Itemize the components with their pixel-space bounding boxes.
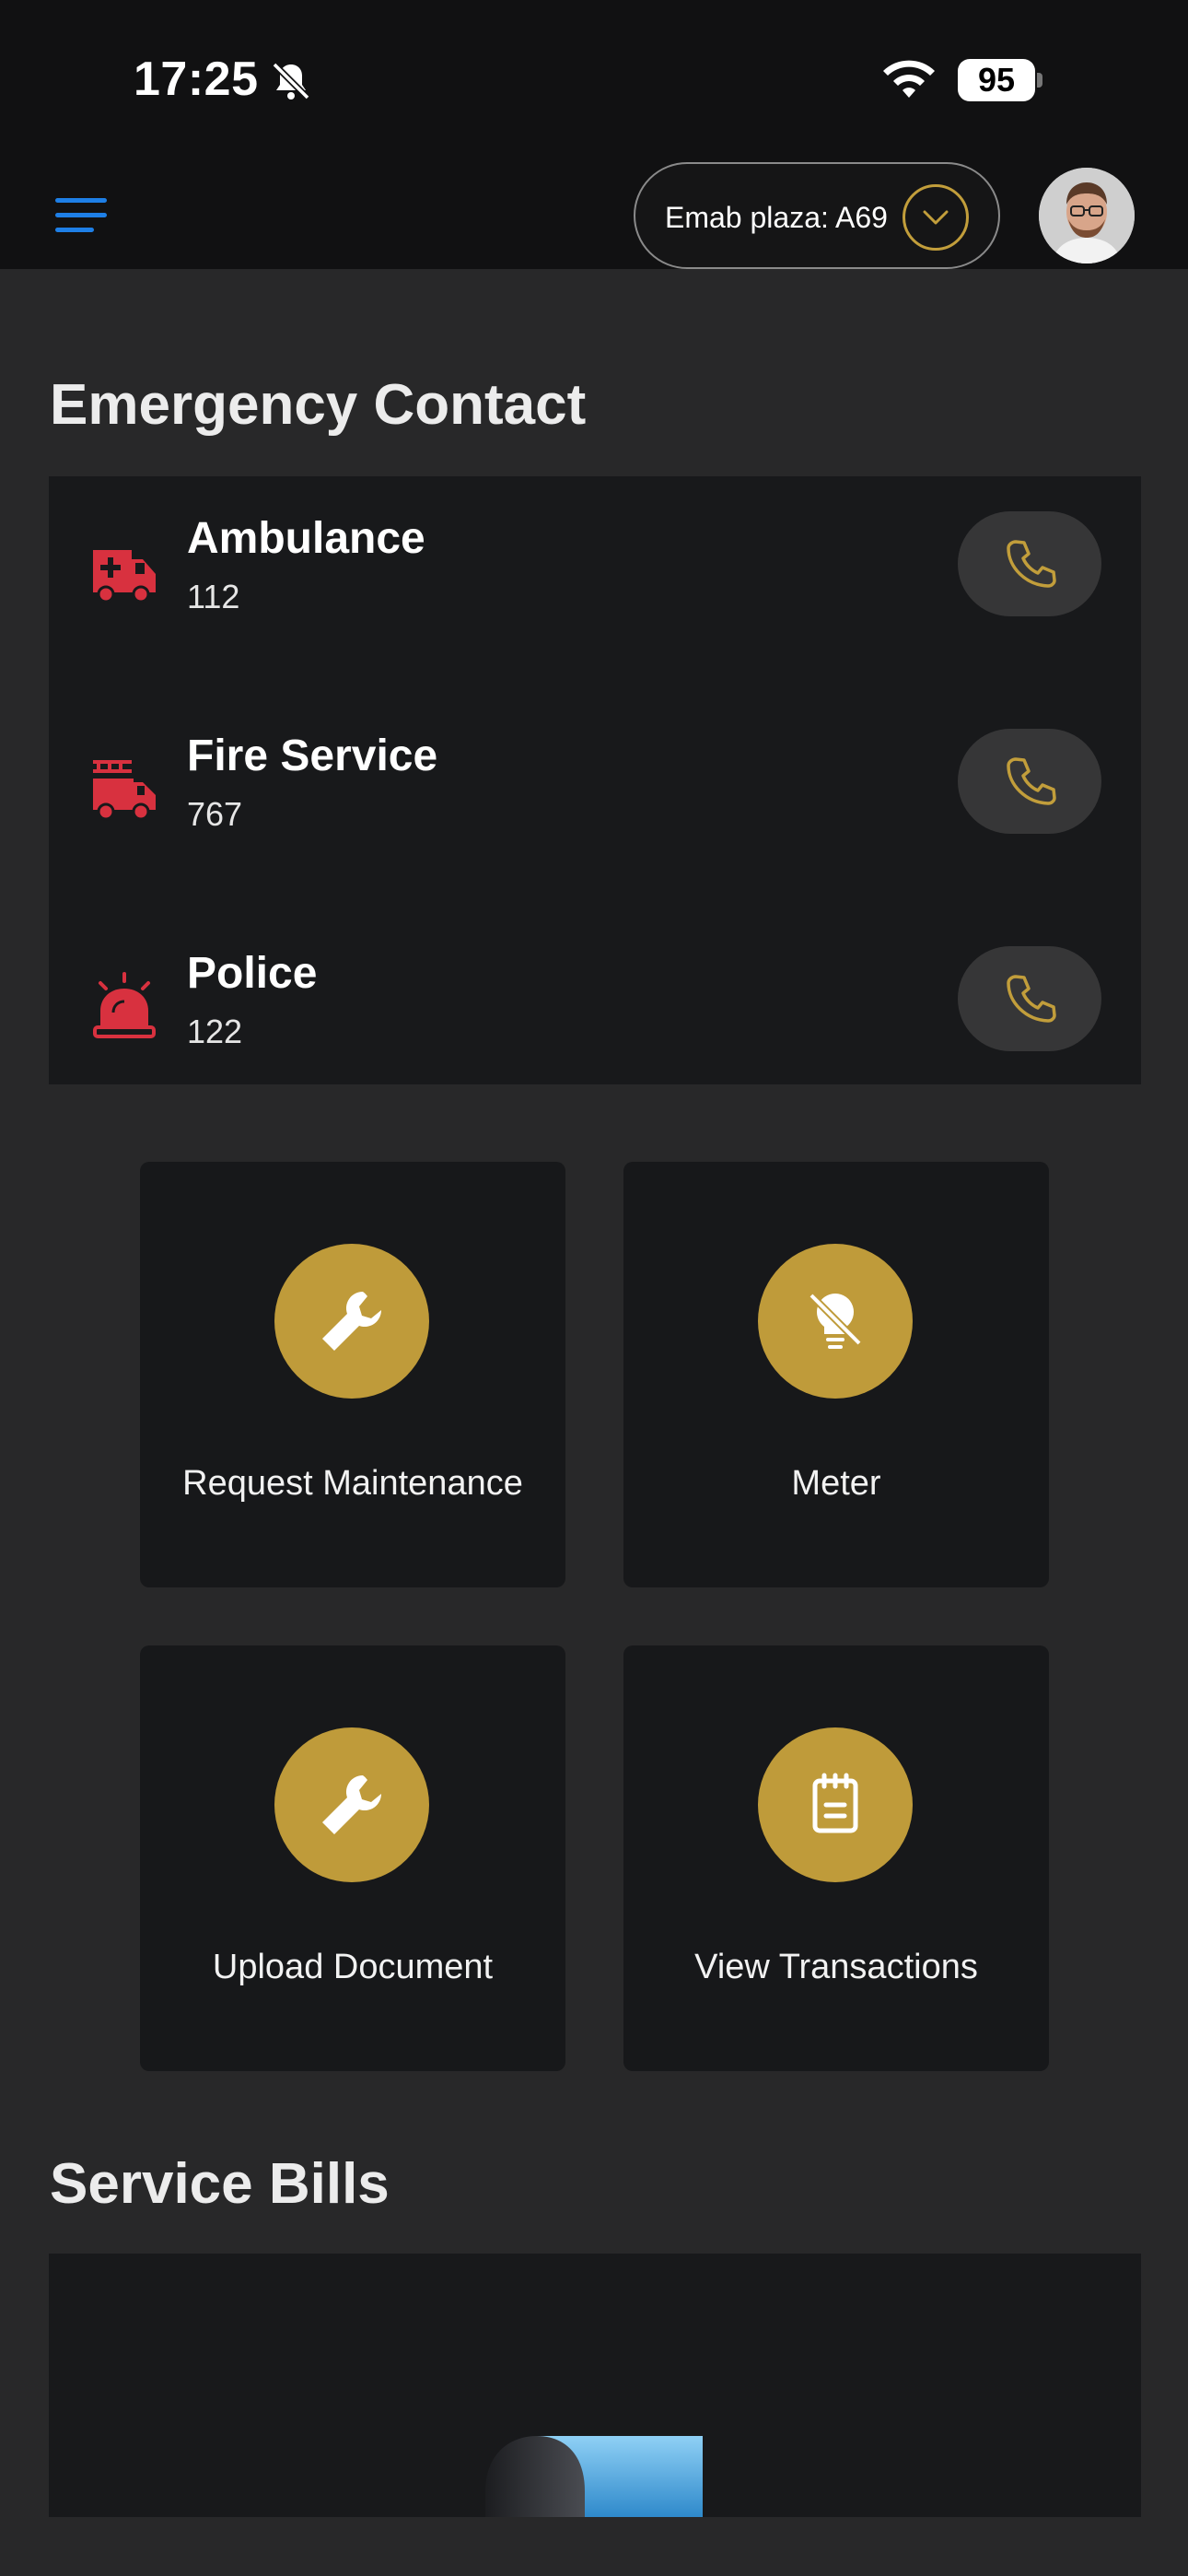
tile-label: Request Maintenance [182,1464,523,1503]
tile-upload-document[interactable]: Upload Document [140,1645,565,2071]
wrench-icon [322,1292,382,1351]
location-selector[interactable]: Emab plaza: A69 [634,162,1000,269]
service-bills-card[interactable] [49,2254,1141,2517]
contact-name: Police [187,949,318,998]
top-bar: 17:25 95 Emab plaza: A69 [0,0,1188,269]
hamburger-menu-icon[interactable] [55,195,111,236]
call-fire-service-button[interactable] [958,729,1101,834]
contact-number: 767 [187,795,243,833]
call-police-button[interactable] [958,946,1101,1051]
contact-name: Ambulance [187,514,425,563]
wifi-icon [883,60,935,98]
location-label: Emab plaza: A69 [665,201,888,234]
bill-illustration [485,2436,703,2517]
contact-number: 112 [187,578,240,615]
phone-icon [1007,757,1056,805]
emergency-contacts-card: Ambulance 112 Fire Service 767 Police 12… [49,476,1141,1084]
notepad-icon [812,1773,858,1833]
contact-name: Fire Service [187,732,438,780]
phone-icon [1007,975,1056,1023]
tile-label: View Transactions [694,1948,978,1986]
phone-icon [1007,540,1056,588]
tile-view-transactions[interactable]: View Transactions [623,1645,1049,2071]
service-bills-title: Service Bills [50,2152,390,2216]
contact-item-ambulance: Ambulance 112 [49,476,1141,624]
fire-truck-icon [93,760,156,821]
avatar[interactable] [1039,168,1135,263]
contact-item-fire-service: Fire Service 767 [49,694,1141,841]
bell-off-icon [272,62,310,100]
contact-number: 122 [187,1013,243,1050]
wrench-icon [322,1775,382,1834]
emergency-contact-title: Emergency Contact [50,373,587,437]
tile-meter[interactable]: Meter [623,1162,1049,1587]
ambulance-icon [93,550,156,603]
siren-icon [93,972,156,1038]
tile-label: Upload Document [212,1948,494,1986]
battery-level: 95 [958,59,1035,101]
contact-item-police: Police 122 [49,911,1141,1059]
status-time: 17:25 [134,53,259,106]
chevron-down-icon[interactable] [903,184,969,251]
call-ambulance-button[interactable] [958,511,1101,616]
tile-label: Meter [791,1464,881,1503]
battery-indicator: 95 [958,59,1042,101]
tile-request-maintenance[interactable]: Request Maintenance [140,1162,565,1587]
bulb-off-icon [809,1293,862,1349]
